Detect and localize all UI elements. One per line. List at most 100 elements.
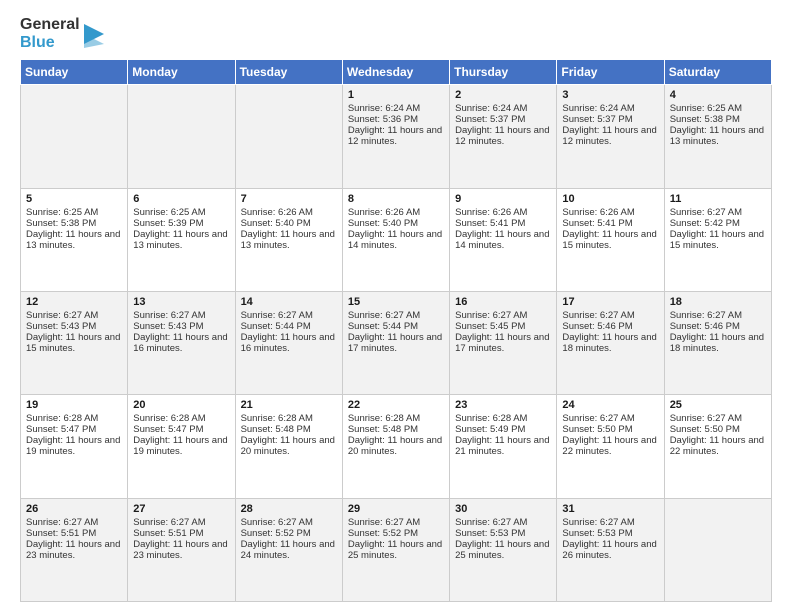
calendar-header-row: SundayMondayTuesdayWednesdayThursdayFrid… <box>21 60 772 85</box>
logo: General Blue <box>20 16 104 51</box>
cell-w5-d5: 31 Sunrise: 6:27 AMSunset: 5:53 PMDayligh… <box>557 498 664 601</box>
cell-w2-d0: 5Sunrise: 6:25 AMSunset: 5:38 PMDaylight… <box>21 188 128 291</box>
sunrise-text: Sunrise: 6:24 AM <box>562 103 634 114</box>
cell-w1-d0 <box>21 85 128 188</box>
daylight-text: Daylight: 11 hours and 25 minutes. <box>348 539 442 561</box>
day-number: 26 <box>26 503 122 515</box>
sunrise-text: Sunrise: 6:27 AM <box>348 310 420 321</box>
week-row-2: 5Sunrise: 6:25 AMSunset: 5:38 PMDaylight… <box>21 188 772 291</box>
sunrise-text: Sunrise: 6:28 AM <box>26 413 98 424</box>
day-number: 29 <box>348 503 444 515</box>
sunrise-text: Sunrise: 6:27 AM <box>562 517 634 528</box>
cell-w3-d6: 18Sunrise: 6:27 AMSunset: 5:46 PMDayligh… <box>664 291 771 394</box>
header-sunday: Sunday <box>21 60 128 85</box>
day-number: 30 <box>455 503 551 515</box>
daylight-text: Daylight: 11 hours and 16 minutes. <box>133 332 227 354</box>
cell-w3-d5: 17Sunrise: 6:27 AMSunset: 5:46 PMDayligh… <box>557 291 664 394</box>
day-number: 3 <box>562 89 658 101</box>
sunset-text: Sunset: 5:37 PM <box>455 114 525 125</box>
sunrise-text: Sunrise: 6:27 AM <box>26 517 98 528</box>
day-number: 15 <box>348 296 444 308</box>
sunrise-text: Sunrise: 6:27 AM <box>562 310 634 321</box>
cell-w4-d3: 22Sunrise: 6:28 AMSunset: 5:48 PMDayligh… <box>342 395 449 498</box>
cell-w1-d6: 4Sunrise: 6:25 AMSunset: 5:38 PMDaylight… <box>664 85 771 188</box>
cell-w2-d1: 6Sunrise: 6:25 AMSunset: 5:39 PMDaylight… <box>128 188 235 291</box>
week-row-1: 1Sunrise: 6:24 AMSunset: 5:36 PMDaylight… <box>21 85 772 188</box>
sunset-text: Sunset: 5:47 PM <box>26 424 96 435</box>
sunrise-text: Sunrise: 6:27 AM <box>133 310 205 321</box>
sunset-text: Sunset: 5:53 PM <box>562 528 632 539</box>
cell-w1-d2 <box>235 85 342 188</box>
sunrise-text: Sunrise: 6:26 AM <box>348 207 420 218</box>
sunset-text: Sunset: 5:50 PM <box>670 424 740 435</box>
daylight-text: Daylight: 11 hours and 18 minutes. <box>562 332 656 354</box>
cell-w1-d4: 2Sunrise: 6:24 AMSunset: 5:37 PMDaylight… <box>450 85 557 188</box>
week-row-5: 26Sunrise: 6:27 AMSunset: 5:51 PMDayligh… <box>21 498 772 601</box>
calendar: SundayMondayTuesdayWednesdayThursdayFrid… <box>20 59 772 602</box>
sunset-text: Sunset: 5:47 PM <box>133 424 203 435</box>
daylight-text: Daylight: 11 hours and 15 minutes. <box>26 332 120 354</box>
sunrise-text: Sunrise: 6:28 AM <box>241 413 313 424</box>
cell-w2-d3: 8Sunrise: 6:26 AMSunset: 5:40 PMDaylight… <box>342 188 449 291</box>
day-number: 28 <box>241 503 337 515</box>
day-number: 18 <box>670 296 766 308</box>
sunrise-text: Sunrise: 6:26 AM <box>455 207 527 218</box>
daylight-text: Daylight: 11 hours and 19 minutes. <box>26 435 120 457</box>
logo-general: General <box>20 16 80 34</box>
sunset-text: Sunset: 5:50 PM <box>562 424 632 435</box>
sunset-text: Sunset: 5:52 PM <box>241 528 311 539</box>
sunrise-text: Sunrise: 6:26 AM <box>241 207 313 218</box>
sunset-text: Sunset: 5:51 PM <box>26 528 96 539</box>
day-number: 1 <box>348 89 444 101</box>
header-friday: Friday <box>557 60 664 85</box>
cell-w1-d5: 3 Sunrise: 6:24 AMSunset: 5:37 PMDaylight… <box>557 85 664 188</box>
daylight-text: Daylight: 11 hours and 14 minutes. <box>348 229 442 251</box>
cell-w2-d6: 11Sunrise: 6:27 AMSunset: 5:42 PMDayligh… <box>664 188 771 291</box>
day-number: 7 <box>241 193 337 205</box>
sunset-text: Sunset: 5:46 PM <box>562 321 632 332</box>
sunset-text: Sunset: 5:44 PM <box>348 321 418 332</box>
cell-w5-d0: 26 Sunrise: 6:27 AMSunset: 5:51 PMDayligh… <box>21 498 128 601</box>
cell-w5-d3: 29Sunrise: 6:27 AMSunset: 5:52 PMDayligh… <box>342 498 449 601</box>
week-row-4: 19Sunrise: 6:28 AMSunset: 5:47 PMDayligh… <box>21 395 772 498</box>
daylight-text: Daylight: 11 hours and 13 minutes. <box>133 229 227 251</box>
daylight-text: Daylight: 11 hours and 26 minutes. <box>562 539 656 561</box>
cell-w1-d3: 1Sunrise: 6:24 AMSunset: 5:36 PMDaylight… <box>342 85 449 188</box>
cell-w3-d1: 13Sunrise: 6:27 AMSunset: 5:43 PMDayligh… <box>128 291 235 394</box>
day-number: 16 <box>455 296 551 308</box>
header-tuesday: Tuesday <box>235 60 342 85</box>
daylight-text: Daylight: 11 hours and 17 minutes. <box>348 332 442 354</box>
sunset-text: Sunset: 5:37 PM <box>562 114 632 125</box>
sunset-text: Sunset: 5:53 PM <box>455 528 525 539</box>
sunset-text: Sunset: 5:52 PM <box>348 528 418 539</box>
daylight-text: Daylight: 11 hours and 23 minutes. <box>26 539 120 561</box>
cell-w5-d2: 28Sunrise: 6:27 AMSunset: 5:52 PMDayligh… <box>235 498 342 601</box>
daylight-text: Daylight: 11 hours and 19 minutes. <box>133 435 227 457</box>
day-number: 4 <box>670 89 766 101</box>
daylight-text: Daylight: 11 hours and 15 minutes. <box>562 229 656 251</box>
sunrise-text: Sunrise: 6:28 AM <box>455 413 527 424</box>
sunrise-text: Sunrise: 6:27 AM <box>455 310 527 321</box>
week-row-3: 12Sunrise: 6:27 AMSunset: 5:43 PMDayligh… <box>21 291 772 394</box>
header: General Blue <box>20 16 772 51</box>
header-saturday: Saturday <box>664 60 771 85</box>
sunset-text: Sunset: 5:40 PM <box>241 218 311 229</box>
daylight-text: Daylight: 11 hours and 12 minutes. <box>562 125 656 147</box>
cell-w2-d4: 9Sunrise: 6:26 AMSunset: 5:41 PMDaylight… <box>450 188 557 291</box>
header-wednesday: Wednesday <box>342 60 449 85</box>
daylight-text: Daylight: 11 hours and 17 minutes. <box>455 332 549 354</box>
day-number: 5 <box>26 193 122 205</box>
daylight-text: Daylight: 11 hours and 23 minutes. <box>133 539 227 561</box>
day-number: 9 <box>455 193 551 205</box>
sunrise-text: Sunrise: 6:28 AM <box>348 413 420 424</box>
sunrise-text: Sunrise: 6:27 AM <box>26 310 98 321</box>
sunset-text: Sunset: 5:42 PM <box>670 218 740 229</box>
sunrise-text: Sunrise: 6:27 AM <box>670 310 742 321</box>
cell-w4-d4: 23Sunrise: 6:28 AMSunset: 5:49 PMDayligh… <box>450 395 557 498</box>
day-number: 31 <box>562 503 658 515</box>
sunrise-text: Sunrise: 6:27 AM <box>241 517 313 528</box>
daylight-text: Daylight: 11 hours and 12 minutes. <box>348 125 442 147</box>
day-number: 14 <box>241 296 337 308</box>
sunrise-text: Sunrise: 6:27 AM <box>133 517 205 528</box>
day-number: 12 <box>26 296 122 308</box>
